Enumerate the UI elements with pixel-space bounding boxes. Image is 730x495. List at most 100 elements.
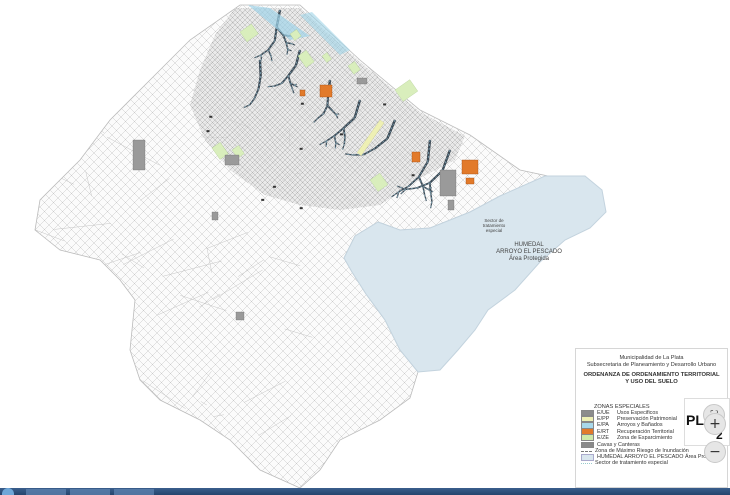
quarry-marker [300,102,304,105]
quarries-swatch [581,441,594,449]
zoom-out-button[interactable]: − [704,441,726,463]
street [560,0,730,300]
street [640,0,730,300]
street [600,0,730,300]
taskbar-item[interactable] [70,489,110,495]
street [620,0,730,300]
legend-protected-label: HUMEDAL ARROYO EL PESCADO Área Protegida [597,454,721,461]
street [710,0,730,300]
street [0,0,85,300]
special-use-block [132,139,146,171]
street [595,0,730,300]
street [650,0,730,300]
street [0,0,90,300]
recovery-zone-block [461,159,479,175]
zone-swatch [581,434,594,441]
street [685,0,730,300]
street [0,0,50,300]
street [705,0,730,300]
special-use-block [447,199,455,211]
street [0,0,60,300]
street [0,0,15,300]
street [580,0,730,300]
street [595,0,730,300]
street [0,0,25,300]
street [0,0,30,300]
street [35,5,59,488]
street [675,0,730,300]
street [0,0,45,300]
zoom-in-button[interactable]: + [704,413,726,435]
street [0,0,80,300]
street [605,0,730,300]
legend-quarries-label: Cavas y Canteras [597,441,640,448]
road [82,436,142,446]
legend-special-treatment-label: Sector de tratamiento especial [595,460,668,467]
street [725,0,730,300]
street [610,0,730,300]
start-button[interactable] [2,488,14,495]
street [635,0,730,300]
street [655,0,730,300]
street [0,0,30,300]
special-use-block [224,154,240,166]
street [700,0,730,300]
road [392,412,422,422]
protected-area-swatch [581,454,594,461]
street [635,0,730,300]
street [0,0,4,495]
special-treatment-line-swatch [581,462,592,464]
street [665,0,730,300]
street [0,0,5,300]
street [35,5,59,488]
quarry-marker [206,130,210,133]
street [0,0,40,300]
quarry-marker [411,174,415,177]
road [97,438,105,456]
street [660,0,730,300]
legend-ordinance-line1: ORDENANZA DE ORDENAMIENTO TERRITORIAL [583,371,720,378]
street [575,0,730,300]
wetland-label: HUMEDAL ARROYO EL PESCADO Área Protegida [496,242,562,262]
street [645,0,730,300]
road [35,393,70,420]
road [126,404,131,421]
street [720,0,730,300]
street [650,0,730,300]
street [675,0,730,300]
street [685,0,730,300]
recovery-zone-block [299,89,306,97]
legend-ordinance-line2: Y USO DEL SUELO [625,378,678,385]
street [620,0,730,300]
street [0,0,10,300]
street [600,0,730,300]
street [0,0,60,300]
street [585,0,730,300]
street [0,0,13,495]
special-use-block [356,77,368,85]
street [35,5,41,488]
quarry-marker [299,207,303,210]
special-use-block [211,211,219,221]
street [0,0,50,300]
street [630,0,730,300]
street [0,0,75,300]
street [0,0,4,495]
street [590,0,730,300]
zone-code: E/RT [597,428,610,435]
street [690,0,730,300]
recovery-zone-block [319,84,333,98]
taskbar-item[interactable] [26,489,66,495]
taskbar-item[interactable] [114,489,154,495]
street [550,0,730,300]
street [665,0,730,300]
street [615,0,730,300]
street [565,0,730,300]
road [87,375,136,390]
street [0,0,35,300]
street [0,0,22,495]
recovery-zone-block [411,151,421,163]
street [580,0,730,300]
street [560,0,730,300]
street [590,0,730,300]
